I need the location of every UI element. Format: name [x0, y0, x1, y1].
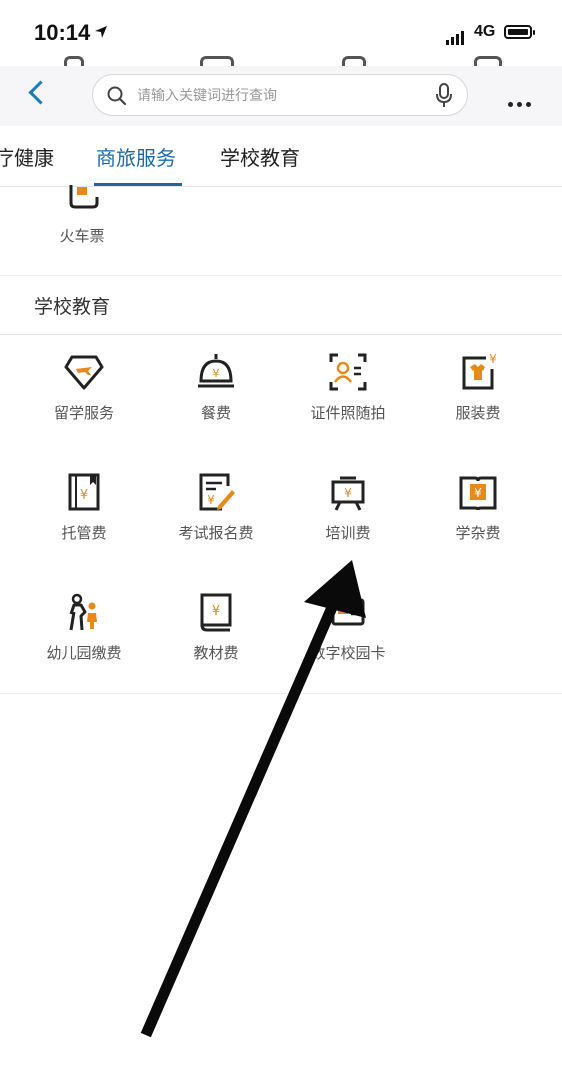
service-item-clothing-fee[interactable]: ¥ 服装费 [408, 352, 548, 423]
service-item-exam-fee[interactable]: ¥ 考试报名费 [146, 472, 286, 543]
service-item-label: 火车票 [59, 227, 105, 245]
back-chevron-icon[interactable] [28, 80, 53, 105]
service-item-train-ticket[interactable]: 火车票 [12, 185, 152, 246]
custody-book-icon: ¥ [68, 473, 100, 511]
tab-school-education[interactable]: 学校教育 [220, 142, 300, 171]
meal-bell-icon: ¥ [198, 354, 234, 388]
service-item-label: 服装费 [455, 404, 501, 422]
campus-card-icon [331, 598, 365, 626]
nav-bar [0, 66, 562, 126]
tuition-book-icon: ¥ [459, 476, 497, 511]
service-item-textbook-fee[interactable]: ¥ 教材费 [146, 592, 286, 663]
service-item-label: 培训费 [325, 524, 371, 542]
id-photo-icon [329, 353, 367, 391]
svg-text:¥: ¥ [213, 367, 220, 380]
search-icon [107, 86, 127, 106]
tab-health[interactable]: 疗健康 [0, 142, 54, 171]
signal-icon [446, 26, 466, 45]
clock: 10:14 [34, 20, 91, 45]
svg-text:¥: ¥ [212, 604, 220, 619]
service-item-custody-fee[interactable]: ¥ 托管费 [14, 472, 154, 543]
service-item-id-photo[interactable]: 证件照随拍 [278, 352, 418, 423]
svg-text:¥: ¥ [489, 352, 497, 366]
clothing-icon: ¥ [462, 352, 497, 390]
category-tabs: 疗健康 商旅服务 学校教育 [0, 126, 562, 187]
service-item-training-fee[interactable]: ¥ 培训费 [278, 472, 418, 543]
study-abroad-icon [64, 355, 104, 390]
search-box[interactable] [92, 74, 468, 116]
business-travel-section-tail: 火车票 [0, 185, 562, 276]
service-item-meal-fee[interactable]: ¥ 餐费 [146, 352, 286, 423]
service-item-label: 考试报名费 [178, 524, 254, 542]
exam-form-icon: ¥ [199, 473, 235, 511]
training-board-icon: ¥ [331, 476, 365, 511]
network-type: 4G [474, 23, 496, 40]
svg-text:¥: ¥ [344, 486, 352, 500]
search-input[interactable] [135, 83, 419, 109]
service-item-label: 餐费 [200, 404, 231, 422]
battery-icon [504, 25, 535, 39]
service-item-kindergarten-fee[interactable]: 幼儿园缴费 [14, 592, 154, 663]
kindergarten-icon [69, 593, 97, 631]
section-title: 学校教育 [34, 296, 111, 318]
service-item-tuition-fee[interactable]: ¥ 学杂费 [408, 472, 548, 543]
microphone-icon[interactable] [435, 83, 453, 109]
service-item-label: 托管费 [61, 524, 107, 542]
tab-business-travel[interactable]: 商旅服务 [96, 142, 176, 171]
svg-text:¥: ¥ [474, 486, 482, 500]
textbook-icon: ¥ [200, 593, 232, 632]
location-arrow-icon [95, 26, 107, 38]
divider [0, 693, 562, 694]
service-item-campus-card[interactable]: 数字校园卡 [278, 592, 418, 663]
service-item-label: 幼儿园缴费 [46, 644, 122, 662]
status-bar: 10:14 4G [0, 0, 562, 69]
service-item-study-abroad[interactable]: 留学服务 [14, 352, 154, 423]
more-options-icon[interactable] [508, 92, 535, 111]
divider [0, 334, 562, 335]
service-item-label: 数字校园卡 [310, 644, 386, 662]
service-item-label: 教材费 [193, 644, 239, 662]
active-tab-indicator [94, 183, 182, 186]
service-item-label: 学杂费 [455, 524, 501, 542]
svg-text:¥: ¥ [207, 493, 215, 507]
train-ticket-icon [69, 185, 99, 209]
service-item-label: 证件照随拍 [310, 404, 386, 422]
svg-text:¥: ¥ [80, 488, 88, 503]
service-item-label: 留学服务 [53, 404, 114, 422]
